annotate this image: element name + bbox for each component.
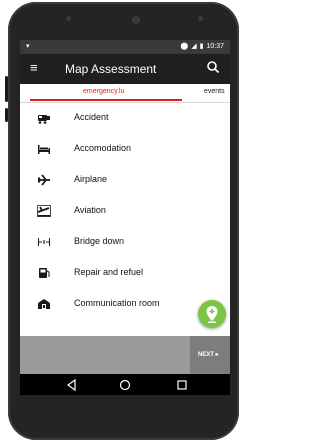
power-button — [5, 108, 8, 122]
hamburger-menu-icon[interactable]: ≡ — [30, 61, 38, 75]
next-button[interactable]: NEXT ▸ — [190, 336, 230, 374]
list-item-label: Bridge down — [74, 236, 125, 246]
list-item-label: Airplane — [74, 174, 108, 184]
list-item[interactable]: Airplane — [20, 165, 230, 196]
list-item-label: Aviation — [74, 205, 106, 215]
list-item[interactable]: Bridge down — [20, 227, 230, 258]
bottom-bar: NEXT ▸ — [20, 336, 230, 374]
battery-icon: ▮ — [199, 43, 204, 50]
status-bar: ▾ ⬤ ◢ ▮ 10:37 — [20, 40, 230, 54]
bridge-icon — [38, 238, 50, 246]
airplane-takeoff-icon — [37, 205, 51, 217]
bed-icon — [38, 145, 50, 154]
app-bar: ≡ Map Assessment — [20, 54, 230, 84]
earpiece-left — [66, 16, 71, 21]
list-item-label: Accomodation — [74, 143, 132, 153]
page-title: Map Assessment — [65, 62, 157, 76]
list-item-label: Accident — [74, 112, 109, 122]
add-location-icon — [206, 306, 218, 323]
tab-events[interactable]: events — [204, 88, 225, 95]
signal-icon: ◢ — [191, 43, 197, 50]
recent-apps-icon[interactable] — [176, 379, 188, 391]
list-item[interactable]: Accomodation — [20, 134, 230, 165]
airplane-icon — [37, 174, 50, 186]
next-button-label: NEXT ▸ — [198, 352, 219, 358]
fuel-pump-icon — [39, 268, 50, 278]
search-icon[interactable] — [206, 60, 220, 74]
location-icon: ⬤ — [180, 43, 189, 50]
list-item[interactable]: Repair and refuel — [20, 258, 230, 289]
add-location-fab[interactable] — [198, 300, 226, 328]
front-camera — [132, 16, 140, 24]
status-time: 10:37 — [206, 42, 224, 50]
accident-icon — [38, 115, 50, 124]
list-item-label: Repair and refuel — [74, 267, 144, 277]
list-item[interactable]: Accident — [20, 103, 230, 134]
list-item[interactable]: Aviation — [20, 196, 230, 227]
active-tab-indicator — [30, 99, 182, 101]
tab-emergency-lu[interactable]: emergency.lu — [83, 88, 125, 95]
home-icon[interactable] — [119, 379, 131, 391]
earpiece-right — [198, 16, 203, 21]
tab-bar: emergency.lu events — [20, 84, 230, 103]
list-item-label: Communication room — [74, 298, 160, 308]
back-icon[interactable] — [66, 379, 78, 391]
communication-room-icon — [38, 299, 50, 309]
notification-icon: ▾ — [26, 43, 30, 50]
device-screen: ▾ ⬤ ◢ ▮ 10:37 ≡ Map Assessment emergency… — [20, 40, 230, 395]
volume-button — [5, 76, 8, 102]
system-navigation-bar — [20, 374, 230, 395]
